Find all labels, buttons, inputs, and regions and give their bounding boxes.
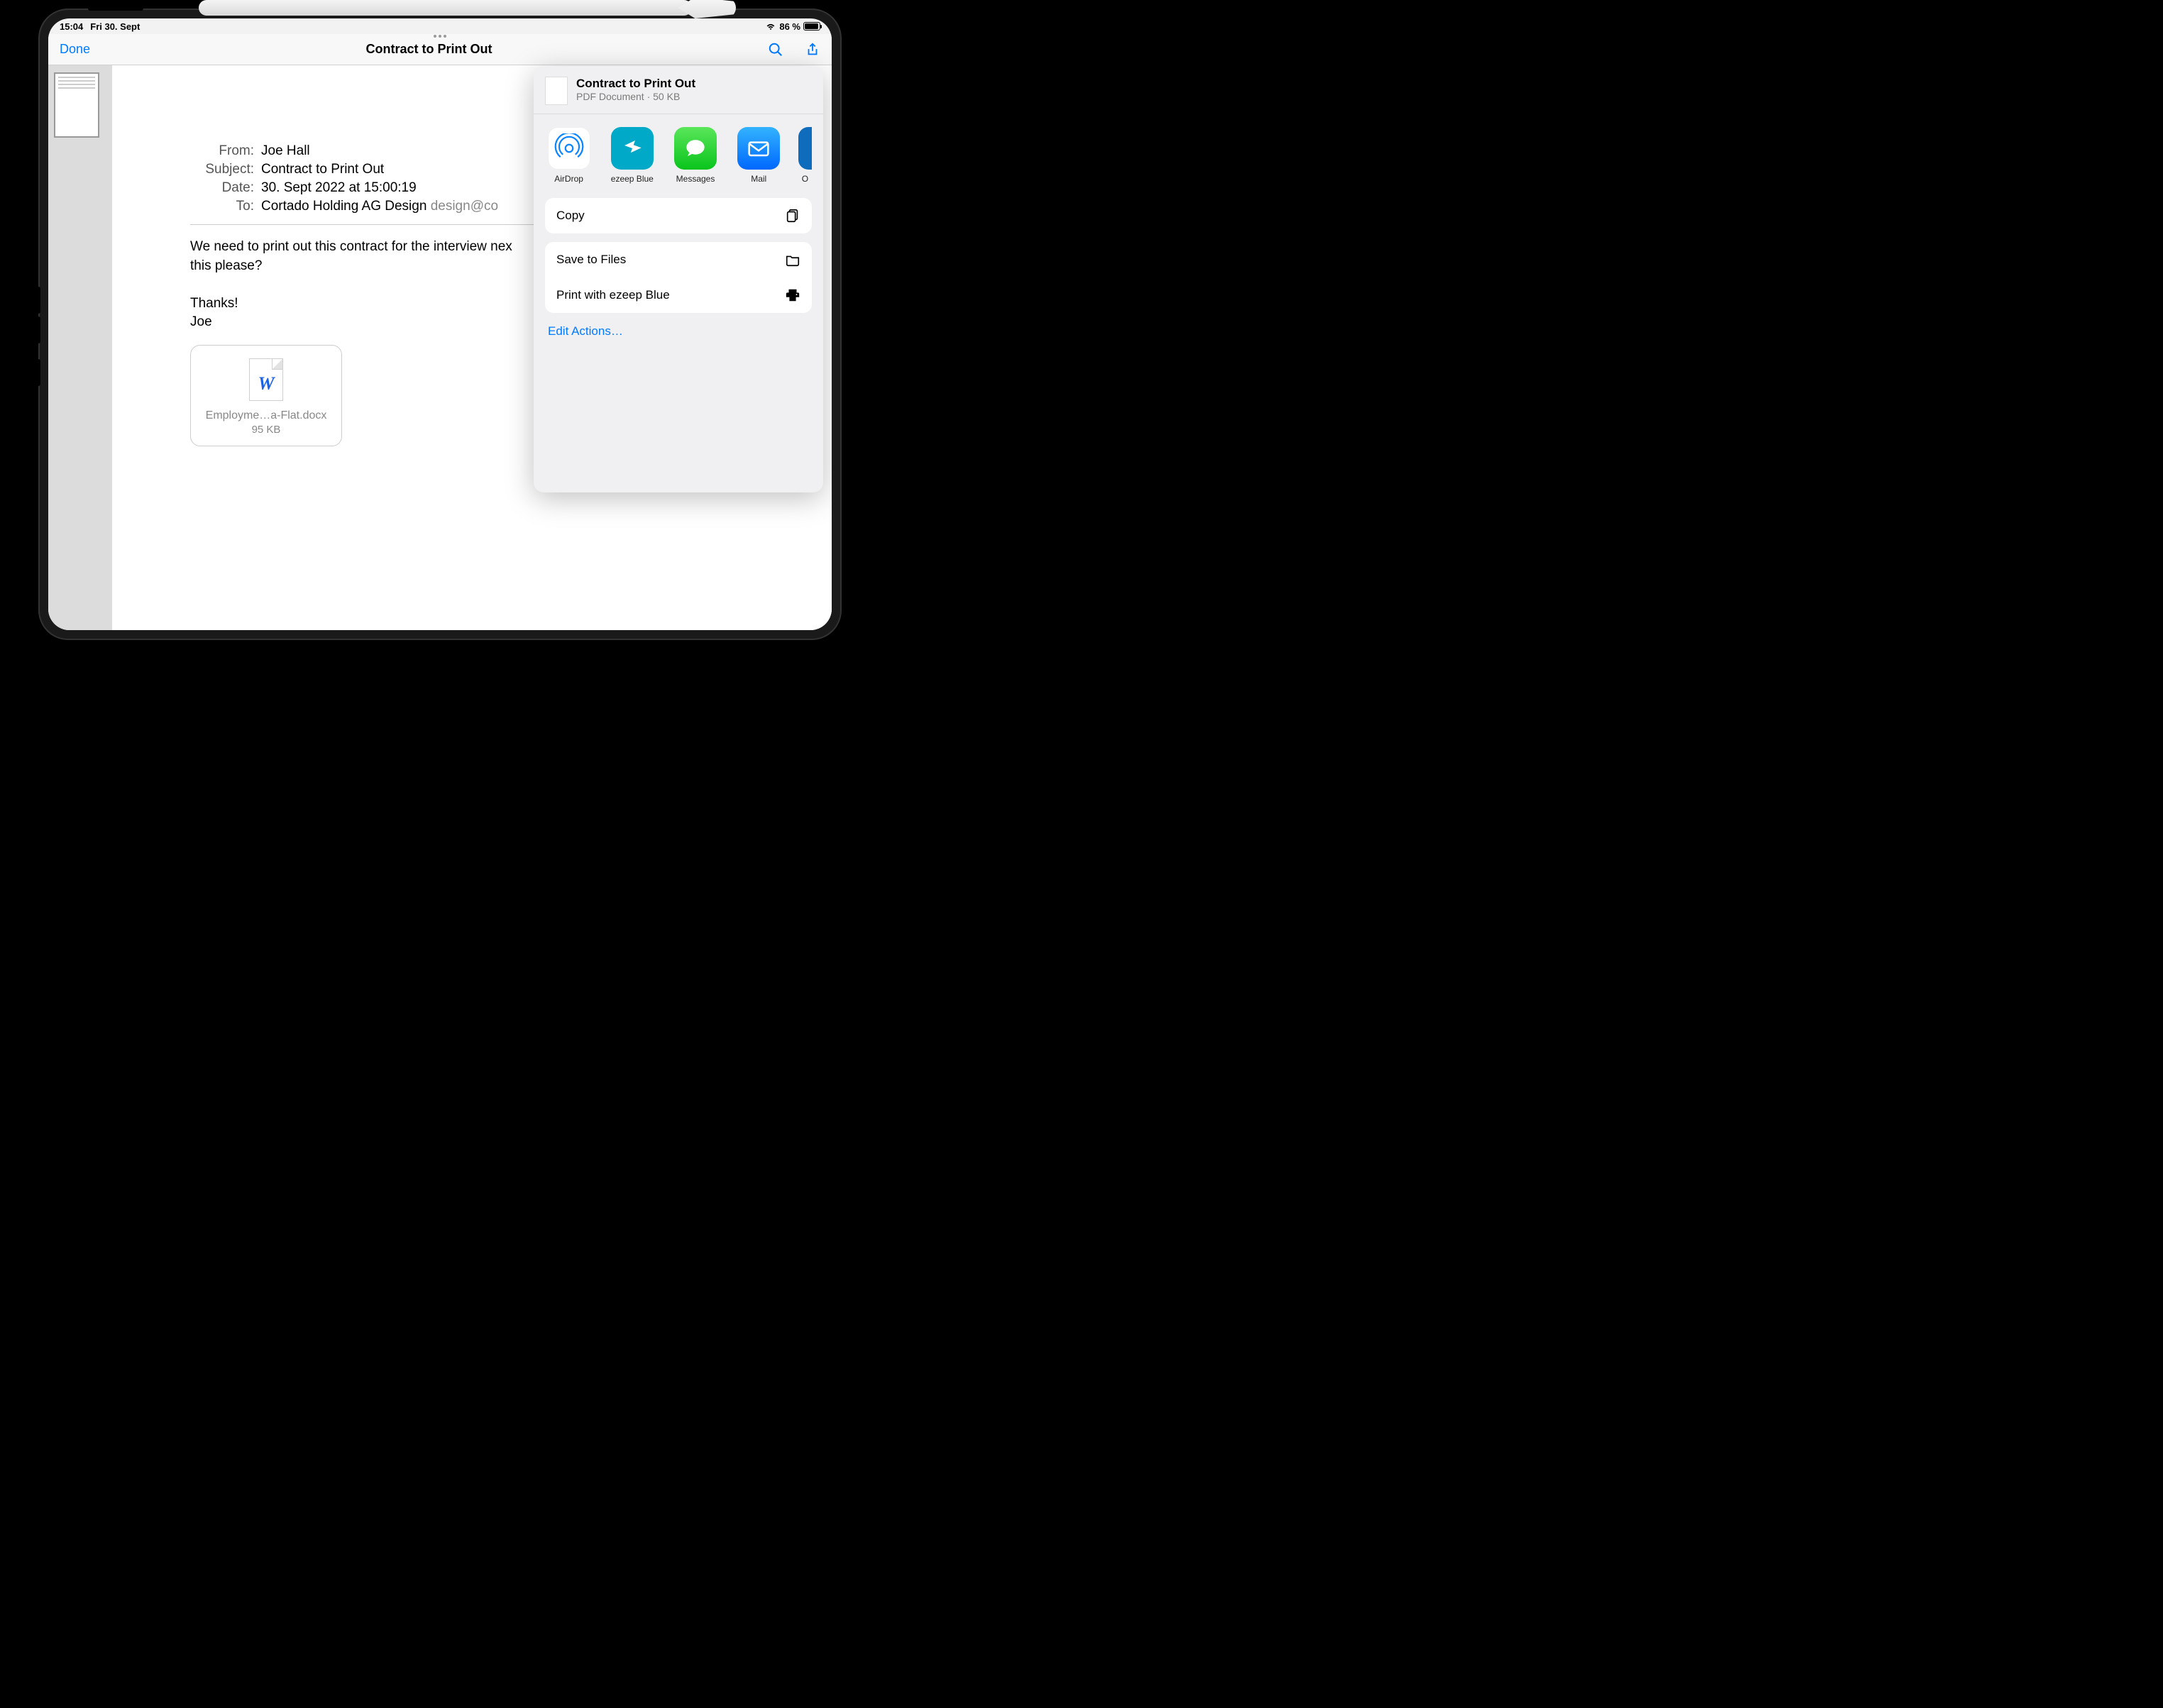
airdrop-app[interactable]: AirDrop [545, 127, 593, 184]
subject-label: Subject: [190, 162, 254, 177]
messages-app[interactable]: Messages [671, 127, 719, 184]
multitask-dots[interactable] [434, 35, 446, 38]
search-icon[interactable] [768, 42, 783, 57]
printer-icon [785, 287, 800, 303]
ezeep-icon [611, 127, 654, 170]
screen: 15:04 Fri 30. Sept 86 % Done Contract to… [48, 18, 832, 630]
attachment-tile[interactable]: W Employme…a-Flat.docx 95 KB [190, 345, 342, 446]
mail-app[interactable]: Mail [735, 127, 783, 184]
copy-action[interactable]: Copy [545, 198, 812, 233]
outlook-app[interactable]: O O [798, 127, 812, 184]
navigation-bar: Done Contract to Print Out [48, 34, 832, 65]
edit-actions-button[interactable]: Edit Actions… [548, 324, 809, 338]
battery-pct: 86 % [779, 21, 800, 32]
side-button-1 [36, 287, 40, 314]
outlook-icon: O [798, 127, 812, 170]
share-title: Contract to Print Out [576, 77, 695, 91]
action-group-2: Save to Files Print with ezeep Blue [545, 242, 812, 313]
messages-icon [674, 127, 717, 170]
to-label: To: [190, 199, 254, 214]
folder-icon [785, 252, 800, 268]
wifi-icon [765, 22, 776, 31]
status-date: Fri 30. Sept [90, 21, 140, 32]
page-thumbnail[interactable] [54, 72, 99, 138]
share-header: Contract to Print Out PDF Document · 50 … [534, 67, 823, 114]
share-subtitle: PDF Document · 50 KB [576, 91, 695, 102]
doc-preview-icon [545, 77, 568, 105]
print-ezeep-action[interactable]: Print with ezeep Blue [545, 277, 812, 313]
side-button-3 [36, 359, 40, 386]
ezeep-app[interactable]: ezeep Blue [608, 127, 656, 184]
attachment-name: Employme…a-Flat.docx [198, 409, 334, 422]
share-sheet: Contract to Print Out PDF Document · 50 … [534, 67, 823, 492]
thumbnail-sidebar [48, 65, 112, 630]
done-button[interactable]: Done [60, 42, 90, 57]
date-label: Date: [190, 180, 254, 196]
airdrop-icon [548, 127, 590, 170]
battery-icon [803, 22, 820, 31]
attachment-size: 95 KB [198, 424, 334, 436]
volume-buttons [88, 6, 143, 11]
side-button-2 [36, 316, 40, 343]
mail-icon [737, 127, 780, 170]
share-app-row[interactable]: AirDrop ezeep Blue Messages [534, 114, 823, 189]
status-bar: 15:04 Fri 30. Sept 86 % [48, 18, 832, 34]
copy-icon [785, 208, 800, 224]
share-icon[interactable] [805, 42, 820, 57]
word-doc-icon: W [249, 358, 283, 401]
from-label: From: [190, 143, 254, 159]
action-group-1: Copy [545, 198, 812, 233]
save-to-files-action[interactable]: Save to Files [545, 242, 812, 277]
ipad-device: 15:04 Fri 30. Sept 86 % Done Contract to… [38, 9, 842, 640]
page-title: Contract to Print Out [90, 42, 768, 57]
apple-pencil [199, 0, 692, 16]
status-time: 15:04 [60, 21, 83, 32]
